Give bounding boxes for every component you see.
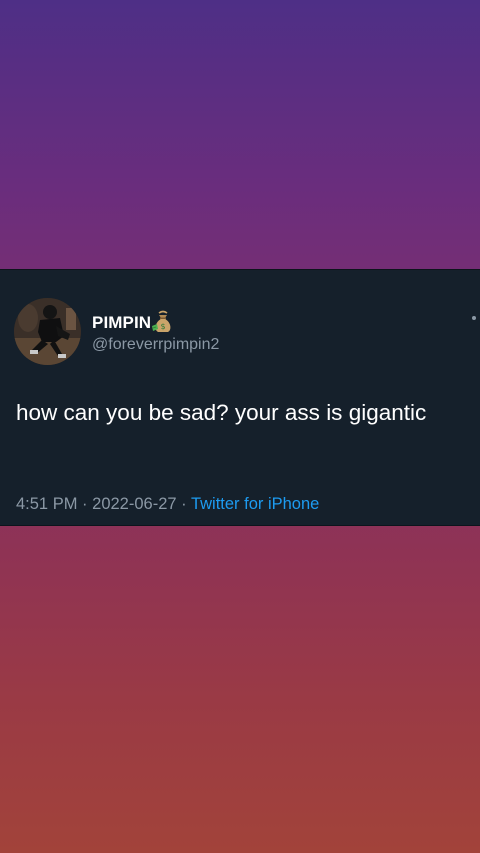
meta-separator: · [82,495,88,513]
tweet-text: how can you be sad? your ass is gigantic [16,400,427,425]
tweet-date[interactable]: 2022-06-27 [92,495,176,513]
tweet-card: PIMPIN $ @foreverrpimpin2 how can you be… [0,269,480,526]
meta-separator: · [181,495,187,513]
display-name-row: PIMPIN $ [92,309,219,333]
bag-of-money-emoji-icon: $ [152,309,174,333]
svg-text:$: $ [161,322,166,331]
tweet-source[interactable]: Twitter for iPhone [191,495,319,513]
handle[interactable]: @foreverrpimpin2 [92,336,219,354]
tweet-header: PIMPIN $ @foreverrpimpin2 [92,309,219,354]
avatar-photo [14,298,81,365]
more-options-icon[interactable] [472,316,476,320]
tweet-meta: 4:51 PM · 2022-06-27 · Twitter for iPhon… [16,495,319,514]
tweet-time[interactable]: 4:51 PM [16,495,77,513]
display-name[interactable]: PIMPIN [92,313,151,333]
avatar[interactable] [14,298,81,365]
